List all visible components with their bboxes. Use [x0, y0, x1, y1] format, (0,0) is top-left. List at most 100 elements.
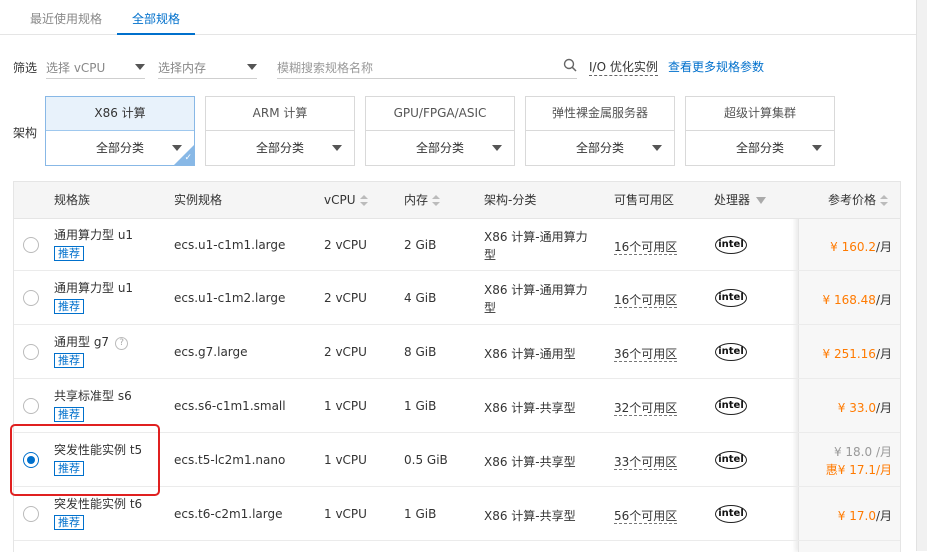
- currency-symbol: ¥: [833, 445, 842, 459]
- spec-family: 共享标准型 s6: [54, 389, 132, 403]
- arch-category-value-cont: 型: [484, 301, 497, 315]
- available-zones[interactable]: 56个可用区: [614, 509, 678, 524]
- chevron-down-icon: [247, 64, 257, 70]
- table-row[interactable]: 通用算力型 u1 推荐 ecs.u1-c1m1.large 2 vCPU 2 GiB…: [14, 219, 900, 271]
- memory-select[interactable]: 选择内存: [158, 56, 257, 79]
- sort-icon[interactable]: [880, 194, 889, 207]
- io-optimized-filter[interactable]: I/O 优化实例: [589, 58, 658, 76]
- intel-logo-icon: intel: [715, 397, 747, 415]
- arch-category-label: 全部分类: [575, 141, 624, 155]
- arch-category-value: X86 计算-通用算力: [484, 230, 588, 244]
- per-month: /月: [875, 240, 892, 254]
- table-row[interactable]: 突发性能实例 t6 推荐 ecs.t6-c2m1.large 1 vCPU 1 Gi…: [14, 487, 900, 541]
- tab-all-specs[interactable]: 全部规格: [117, 0, 195, 35]
- instance-type: ecs.t5-lc2m1.nano: [174, 453, 286, 467]
- row-radio[interactable]: [23, 237, 39, 253]
- vcpu-value: 1 vCPU: [324, 453, 367, 467]
- instance-type: ecs.u1-c1m2.large: [174, 291, 286, 305]
- arch-option-x86[interactable]: X86 计算 全部分类 ✓: [45, 96, 195, 166]
- arch-label: 架构: [13, 126, 38, 140]
- table-row[interactable]: 通用算力型 u1 推荐 ecs.u1-c1m2.large 2 vCPU 4 GiB…: [14, 271, 900, 325]
- currency-symbol: ¥: [822, 293, 831, 307]
- spec-family: 突发性能实例 t5: [54, 443, 143, 457]
- vcpu-value: 2 vCPU: [324, 345, 367, 359]
- vertical-scrollbar[interactable]: [916, 0, 927, 551]
- memory-value: 8 GiB: [404, 345, 437, 359]
- available-zones[interactable]: 36个可用区: [614, 347, 678, 362]
- search-icon[interactable]: [563, 58, 577, 72]
- filter-icon[interactable]: [756, 197, 767, 204]
- tab-recent-specs[interactable]: 最近使用规格: [30, 0, 102, 34]
- table-row[interactable]: 共享标准型 s6 推荐 ecs.s6-c1m1.small 1 vCPU 1 GiB…: [14, 379, 900, 433]
- sort-icon[interactable]: [359, 194, 368, 207]
- arch-option-gpu[interactable]: GPU/FPGA/ASIC 全部分类: [365, 96, 515, 166]
- currency-symbol: ¥: [837, 463, 846, 477]
- table-row[interactable]: 通用型 g7? 推荐 ecs.g7.large 2 vCPU 8 GiB X86 计算…: [14, 325, 900, 379]
- arch-option-name: GPU/FPGA/ASIC: [366, 97, 514, 131]
- arch-category-select[interactable]: 全部分类: [206, 131, 354, 165]
- arch-category-label: 全部分类: [735, 141, 784, 155]
- row-radio[interactable]: [23, 452, 39, 468]
- row-radio[interactable]: [23, 290, 39, 306]
- price-value: 33.0: [849, 401, 876, 415]
- header-price[interactable]: 参考价格: [828, 182, 889, 218]
- header-processor[interactable]: 处理器: [714, 182, 767, 218]
- currency-symbol: ¥: [837, 401, 846, 415]
- vcpu-value: 1 vCPU: [324, 399, 367, 413]
- arch-category-value: X86 计算-通用算力: [484, 283, 588, 297]
- arch-category-select[interactable]: 全部分类: [526, 131, 674, 165]
- table-header: 规格族 实例规格 vCPU 内存 架构-分类 可售可用区 处理器 参考价格: [14, 182, 900, 219]
- available-zones[interactable]: 33个可用区: [614, 455, 678, 470]
- memory-value: 2 GiB: [404, 238, 437, 252]
- available-zones[interactable]: 32个可用区: [614, 401, 678, 416]
- help-icon[interactable]: ?: [115, 337, 129, 350]
- currency-symbol: ¥: [830, 240, 838, 254]
- chevron-down-icon: [492, 145, 502, 151]
- row-radio[interactable]: [23, 398, 39, 414]
- arch-category-select[interactable]: 全部分类: [46, 131, 194, 165]
- price-value: 168.48: [833, 293, 876, 307]
- spec-search-input[interactable]: 模糊搜索规格名称: [277, 56, 577, 79]
- arch-option-name: 弹性裸金属服务器: [526, 97, 674, 131]
- spec-family: 突发性能实例 t6: [54, 497, 143, 511]
- table-row[interactable]: 突发性能实例 t5 推荐 ecs.t5-lc2m1.nano 1 vCPU 0.5 …: [14, 433, 900, 487]
- intel-logo-icon: intel: [715, 236, 747, 254]
- available-zones[interactable]: 16个可用区: [614, 293, 678, 308]
- arch-option-name: ARM 计算: [206, 97, 354, 131]
- header-instance: 实例规格: [174, 193, 223, 207]
- currency-symbol: ¥: [822, 347, 831, 361]
- recommend-badge: 推荐: [54, 299, 84, 314]
- sort-icon[interactable]: [432, 194, 441, 207]
- row-radio[interactable]: [23, 344, 39, 360]
- arch-option-arm[interactable]: ARM 计算 全部分类: [205, 96, 355, 166]
- recommend-badge: 推荐: [54, 461, 84, 476]
- discount-prefix: 惠: [825, 463, 838, 477]
- header-zones: 可售可用区: [614, 193, 675, 207]
- arch-option-bare-metal[interactable]: 弹性裸金属服务器 全部分类: [525, 96, 675, 166]
- memory-select-placeholder: 选择内存: [158, 61, 207, 75]
- memory-value: 1 GiB: [404, 399, 437, 413]
- intel-logo-icon: intel: [715, 505, 747, 523]
- arch-category-select[interactable]: 全部分类: [686, 131, 834, 165]
- recommend-badge: 推荐: [54, 246, 84, 261]
- arch-category-select[interactable]: 全部分类: [366, 131, 514, 165]
- header-memory[interactable]: 内存: [404, 182, 441, 218]
- vcpu-select-placeholder: 选择 vCPU: [46, 61, 106, 75]
- header-vcpu[interactable]: vCPU: [324, 182, 368, 218]
- chevron-down-icon: [332, 145, 342, 151]
- arch-option-name: X86 计算: [46, 97, 194, 131]
- currency-symbol: ¥: [837, 509, 846, 523]
- arch-category-label: 全部分类: [95, 141, 144, 155]
- vcpu-select[interactable]: 选择 vCPU: [46, 56, 145, 79]
- more-spec-params-link[interactable]: 查看更多规格参数: [668, 58, 764, 75]
- arch-option-supercomputing[interactable]: 超级计算集群 全部分类: [685, 96, 835, 166]
- instance-type: ecs.s6-c1m1.small: [174, 399, 286, 413]
- per-month: /月: [875, 401, 892, 415]
- intel-logo-icon: intel: [715, 289, 747, 307]
- per-month: /月: [875, 509, 892, 523]
- row-radio[interactable]: [23, 506, 39, 522]
- instance-spec-table: 规格族 实例规格 vCPU 内存 架构-分类 可售可用区 处理器 参考价格 通用…: [13, 181, 901, 552]
- available-zones[interactable]: 16个可用区: [614, 240, 678, 255]
- recommend-badge: 推荐: [54, 407, 84, 422]
- header-arch: 架构-分类: [484, 193, 537, 207]
